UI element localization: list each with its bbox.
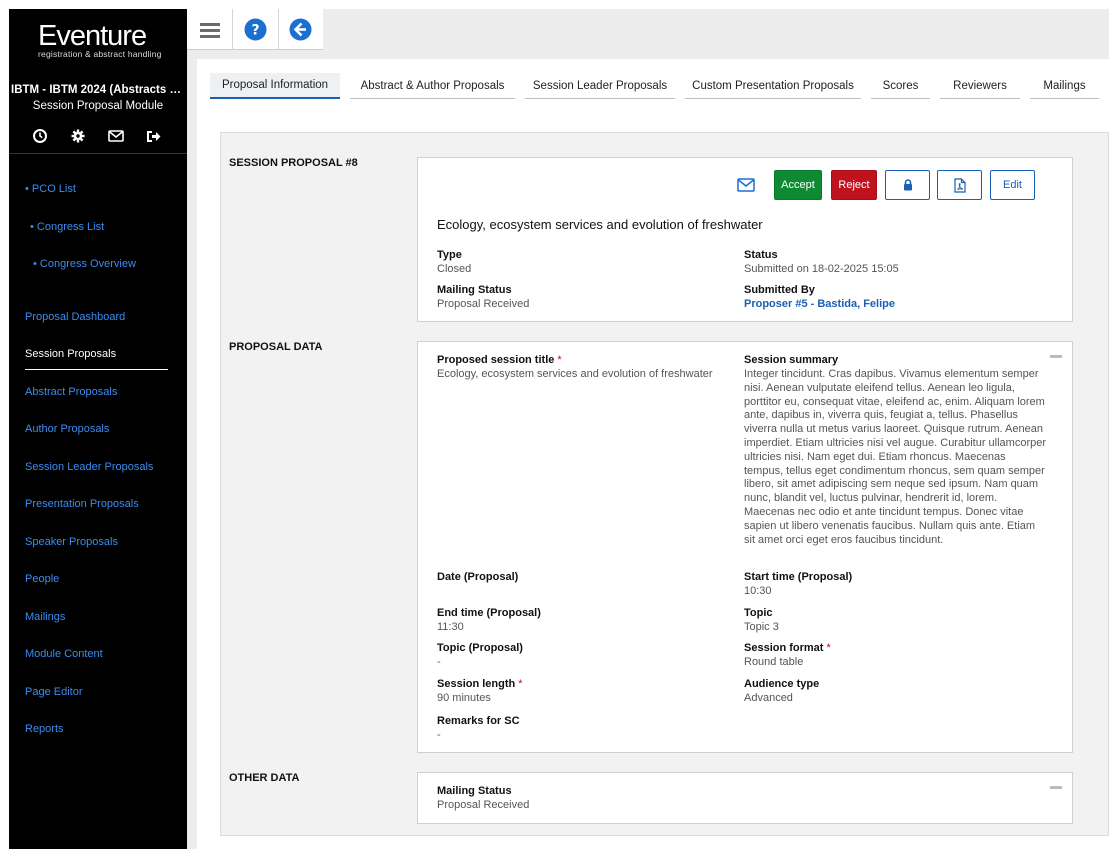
nav-people[interactable]: People <box>25 573 59 585</box>
proposed-title-label: Proposed session title * <box>437 354 562 366</box>
nav-mailings[interactable]: Mailings <box>25 611 65 623</box>
summary-value: Integer tincidunt. Cras dapibus. Vivamus… <box>744 368 1047 546</box>
sidebar: Eventure registration & abstract handlin… <box>9 9 187 849</box>
nav-speaker-proposals[interactable]: Speaker Proposals <box>25 536 118 548</box>
logo[interactable]: Eventure registration & abstract handlin… <box>38 21 168 59</box>
tab-mailings[interactable]: Mailings <box>1030 73 1099 99</box>
nav-reports[interactable]: Reports <box>25 723 64 735</box>
submitted-by-label: Submitted By <box>744 284 815 296</box>
lock-button[interactable] <box>885 170 930 200</box>
other-mailing-status-value: Proposal Received <box>437 799 530 811</box>
required-mark: * <box>826 642 831 654</box>
end-time-label: End time (Proposal) <box>437 607 541 619</box>
tab-reviewers[interactable]: Reviewers <box>940 73 1020 99</box>
nav-proposal-dashboard[interactable]: Proposal Dashboard <box>25 311 125 323</box>
remarks-label: Remarks for SC <box>437 715 520 727</box>
session-format-value: Round table <box>744 656 804 668</box>
nav-author-proposals[interactable]: Author Proposals <box>25 423 109 435</box>
session-format-label-text: Session format <box>744 642 824 654</box>
tab-scores[interactable]: Scores <box>871 73 930 99</box>
end-time-value: 11:30 <box>437 621 464 633</box>
help-icon[interactable]: ? <box>233 9 278 50</box>
logout-icon[interactable] <box>144 127 162 145</box>
session-format-label: Session format * <box>744 642 831 654</box>
logo-subtitle: registration & abstract handling <box>38 49 162 59</box>
other-mailing-status-label: Mailing Status <box>437 785 512 797</box>
other-data-card: Mailing Status Proposal Received <box>417 772 1073 824</box>
sidebar-divider <box>9 153 187 154</box>
topic-value: Topic 3 <box>744 621 779 633</box>
collapse-icon[interactable] <box>1050 355 1062 358</box>
proposal-data-card: Proposed session title * Ecology, ecosyst… <box>417 341 1073 753</box>
edit-button[interactable]: Edit <box>990 170 1035 200</box>
crumb-congress-list[interactable]: • Congress List <box>30 221 104 233</box>
nav-abstract-proposals[interactable]: Abstract Proposals <box>25 386 117 398</box>
topic-proposal-label: Topic (Proposal) <box>437 642 523 654</box>
start-time-value: 10:30 <box>744 585 772 597</box>
nav-session-proposals[interactable]: Session Proposals <box>25 348 116 360</box>
required-mark: * <box>518 678 523 690</box>
submitted-by-link[interactable]: Proposer #5 - Bastida, Felipe <box>744 298 895 310</box>
crumb-pco-list[interactable]: • PCO List <box>25 183 76 195</box>
proposal-content: SESSION PROPOSAL #8 Accept Reject Edit E… <box>220 132 1109 836</box>
active-nav-underline <box>25 369 168 370</box>
audience-value: Advanced <box>744 692 793 704</box>
topic-proposal-value: - <box>437 656 441 668</box>
pdf-button[interactable] <box>937 170 982 200</box>
accept-button[interactable]: Accept <box>774 170 822 200</box>
nav-module-content[interactable]: Module Content <box>25 648 103 660</box>
tab-session-leader-proposals[interactable]: Session Leader Proposals <box>525 73 675 99</box>
nav-presentation-proposals[interactable]: Presentation Proposals <box>25 498 139 510</box>
type-label: Type <box>437 249 462 261</box>
topic-label: Topic <box>744 607 773 619</box>
mailing-status-label: Mailing Status <box>437 284 512 296</box>
proposed-title-value: Ecology, ecosystem services and evolutio… <box>437 368 713 380</box>
session-proposal-card: Accept Reject Edit Ecology, ecosystem se… <box>417 157 1073 322</box>
congress-title: IBTM - IBTM 2024 (Abstracts & Par... <box>11 84 187 96</box>
section-other-data: OTHER DATA <box>229 772 300 784</box>
module-name: Session Proposal Module <box>32 100 164 112</box>
reject-button[interactable]: Reject <box>831 170 877 200</box>
clock-icon[interactable] <box>31 127 49 145</box>
lock-icon <box>903 179 912 191</box>
status-label: Status <box>744 249 778 261</box>
audience-label: Audience type <box>744 678 820 690</box>
menu-icon[interactable] <box>187 9 232 50</box>
proposed-title-label-text: Proposed session title <box>437 354 555 366</box>
session-length-value: 90 minutes <box>437 692 491 704</box>
summary-label: Session summary <box>744 354 839 366</box>
proposal-title: Ecology, ecosystem services and evolutio… <box>437 217 763 232</box>
remarks-value: - <box>437 729 441 741</box>
mail-icon[interactable] <box>107 127 125 145</box>
tab-abstract-author-proposals[interactable]: Abstract & Author Proposals <box>350 73 515 99</box>
nav-page-editor[interactable]: Page Editor <box>25 686 82 698</box>
logo-title: Eventure <box>38 20 147 52</box>
main-panel: Proposal Information Abstract & Author P… <box>197 59 1109 849</box>
session-length-label-text: Session length <box>437 678 516 690</box>
session-length-label: Session length * <box>437 678 523 690</box>
top-toolbar: ? <box>187 9 323 50</box>
gear-icon[interactable] <box>69 127 87 145</box>
tab-bar: Proposal Information Abstract & Author P… <box>197 73 1109 103</box>
mailing-status-value: Proposal Received <box>437 298 530 310</box>
svg-text:?: ? <box>251 23 259 39</box>
collapse-icon[interactable] <box>1050 786 1062 789</box>
required-mark: * <box>557 354 562 366</box>
start-time-label: Start time (Proposal) <box>744 571 853 583</box>
section-proposal-data: PROPOSAL DATA <box>229 341 323 353</box>
back-arrow-icon[interactable] <box>278 9 323 50</box>
tab-proposal-information[interactable]: Proposal Information <box>210 73 340 99</box>
nav-session-leader-proposals[interactable]: Session Leader Proposals <box>25 461 153 473</box>
send-mail-icon[interactable] <box>737 178 755 192</box>
status-value: Submitted on 18-02-2025 15:05 <box>744 263 899 275</box>
sidebar-quick-icons <box>9 127 187 145</box>
app-window: Eventure registration & abstract handlin… <box>9 9 1109 849</box>
section-session-proposal: SESSION PROPOSAL #8 <box>229 157 358 169</box>
crumb-congress-overview[interactable]: • Congress Overview <box>33 258 136 270</box>
type-value: Closed <box>437 263 472 275</box>
pdf-icon <box>953 177 966 193</box>
tab-custom-presentation-proposals[interactable]: Custom Presentation Proposals <box>685 73 861 99</box>
date-label: Date (Proposal) <box>437 571 519 583</box>
